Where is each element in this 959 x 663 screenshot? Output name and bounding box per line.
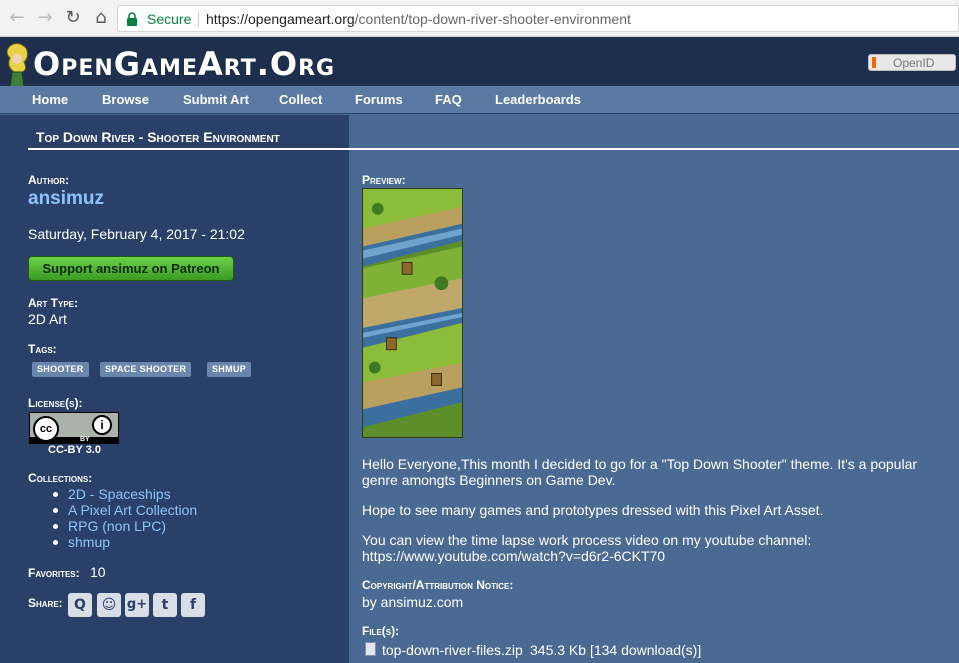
file-icon: [365, 642, 376, 656]
tag-space-shooter[interactable]: SPACE SHOOTER: [100, 362, 192, 377]
preview-image[interactable]: [362, 188, 463, 438]
description-paragraph-2: Hope to see many games and prototypes dr…: [362, 502, 824, 518]
description-paragraph-3: You can view the time lapse work process…: [362, 532, 812, 548]
page-title: Top Down River - Shooter Environment: [36, 129, 280, 145]
cc-by-license-badge[interactable]: cc i BY: [29, 412, 119, 444]
license-caption: CC-BY 3.0: [48, 444, 101, 456]
tag-shmup[interactable]: SHMUP: [207, 362, 252, 377]
cc-icon: cc: [33, 416, 59, 442]
q-icon[interactable]: Q: [68, 593, 92, 617]
author-label: Author:: [28, 173, 70, 187]
favorites-count: 10: [90, 564, 106, 580]
tags-label: Tags:: [28, 342, 57, 356]
nav-collect[interactable]: Collect: [279, 92, 322, 107]
nav-leaderboards[interactable]: Leaderboards: [495, 92, 581, 107]
files-label: File(s):: [362, 624, 400, 638]
forward-arrow-icon[interactable]: →: [34, 8, 56, 28]
back-arrow-icon[interactable]: ←: [6, 8, 28, 28]
nav-home[interactable]: Home: [32, 92, 68, 107]
author-link[interactable]: ansimuz: [28, 188, 104, 210]
address-separator: [198, 11, 199, 27]
collection-item[interactable]: 2D - Spaceships: [53, 486, 197, 502]
art-type-link[interactable]: 2D Art: [28, 311, 67, 327]
openid-label: OpenID: [893, 56, 935, 70]
copyright-label: Copyright/Attribution Notice:: [362, 578, 514, 592]
collections-list: 2D - Spaceships A Pixel Art Collection R…: [53, 486, 197, 550]
post-date: Saturday, February 4, 2017 - 21:02: [28, 226, 245, 242]
patreon-button[interactable]: Support ansimuz on Patreon: [28, 256, 234, 281]
collection-item[interactable]: RPG (non LPC): [53, 518, 197, 534]
secure-label: Secure: [147, 11, 192, 27]
attribution-icon: i: [92, 415, 112, 435]
reddit-icon[interactable]: ☺: [97, 593, 121, 617]
file-meta: 345.3 Kb [134 download(s)]: [530, 642, 702, 658]
nav-submit-art[interactable]: Submit Art: [183, 92, 249, 107]
reload-icon[interactable]: ↻: [62, 8, 84, 28]
favorites-label: Favorites:: [28, 566, 80, 580]
file-download-link[interactable]: top-down-river-files.zip: [382, 642, 523, 658]
browser-toolbar: ← → ↻ ⌂ Secure https://opengameart.org/c…: [0, 0, 959, 37]
nav-faq[interactable]: FAQ: [435, 92, 462, 107]
collections-label: Collections:: [28, 471, 93, 485]
twitter-icon[interactable]: t: [153, 593, 177, 617]
home-icon[interactable]: ⌂: [90, 8, 112, 28]
address-bar[interactable]: Secure https://opengameart.org/content/t…: [117, 5, 959, 32]
openid-login[interactable]: OpenID: [868, 54, 956, 71]
description-paragraph-1: Hello Everyone,This month I decided to g…: [362, 456, 918, 488]
tag-shooter[interactable]: SHOOTER: [32, 362, 89, 377]
by-text: BY: [80, 436, 90, 443]
site-title[interactable]: OpenGameArt.Org: [33, 43, 335, 85]
google-plus-icon[interactable]: g+: [125, 593, 149, 617]
collection-item[interactable]: shmup: [53, 534, 197, 550]
license-label: License(s):: [28, 396, 83, 410]
art-type-label: Art Type:: [28, 296, 78, 310]
openid-icon: [872, 57, 876, 68]
share-label: Share:: [28, 596, 63, 610]
url-host: https://opengameart.org: [206, 11, 355, 27]
title-divider: [28, 148, 959, 150]
url-path: /content/top-down-river-shooter-environm…: [354, 11, 631, 27]
preview-label: Preview:: [362, 173, 406, 187]
facebook-icon[interactable]: f: [181, 593, 205, 617]
nav-forums[interactable]: Forums: [355, 92, 403, 107]
copyright-text: by ansimuz.com: [362, 594, 464, 610]
url-text[interactable]: https://opengameart.org/content/top-down…: [206, 11, 631, 27]
main-nav: Home Browse Submit Art Collect Forums FA…: [0, 86, 959, 114]
nav-browse[interactable]: Browse: [102, 92, 149, 107]
youtube-link[interactable]: https://www.youtube.com/watch?v=d6r2-6CK…: [362, 548, 952, 564]
lock-icon: [127, 12, 137, 26]
collection-item[interactable]: A Pixel Art Collection: [53, 502, 197, 518]
